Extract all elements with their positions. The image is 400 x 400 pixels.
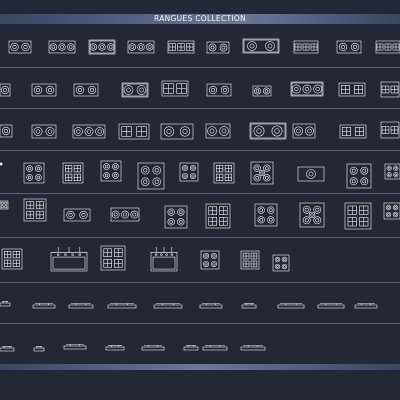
cooktop-block (0, 124, 13, 138)
range-top-block (383, 202, 400, 220)
cad-block-drawing (0, 38, 400, 352)
cooktop-block (167, 40, 195, 54)
range-top-block (0, 200, 9, 210)
range-top-block (0, 162, 3, 166)
range-profile-block (68, 303, 94, 309)
cooktop-block (48, 40, 76, 54)
range-profile-block (202, 345, 228, 351)
cooktop-block (375, 40, 400, 54)
range-profile-block (199, 303, 223, 309)
range-top-block (250, 161, 274, 185)
range-profile-block (241, 303, 257, 309)
cooktop-block (336, 40, 362, 54)
cooktop-block (293, 40, 319, 54)
range-top-block (23, 198, 47, 222)
range-top-block (272, 254, 290, 272)
range-top-block (1, 248, 23, 270)
range-top-block (346, 163, 372, 189)
range-top-block (344, 202, 372, 230)
range-profile-block (107, 303, 137, 309)
cooktop-block (380, 81, 400, 98)
cooktop-block (0, 83, 11, 97)
range-profile-block (32, 303, 56, 309)
cooktop-block (127, 40, 155, 54)
cooktop-block (338, 82, 366, 97)
cooktop-block (252, 85, 272, 97)
range-profile-block (240, 345, 266, 351)
range-elevation-block (50, 247, 88, 272)
range-top-block (179, 162, 199, 182)
cooktop-block (242, 38, 280, 54)
range-top-block (205, 203, 231, 229)
range-top-block (23, 162, 45, 184)
range-profile-block (63, 344, 87, 350)
cooktop-block (8, 40, 32, 54)
range-top-block (100, 160, 122, 182)
cooktop-block (110, 207, 140, 222)
cooktop-block (118, 123, 150, 140)
cooktop-block (161, 80, 189, 97)
range-top-block (200, 250, 220, 270)
range-top-block (299, 202, 325, 228)
range-top-block (100, 245, 126, 271)
range-profile-block (33, 346, 45, 352)
cooktop-block (121, 82, 149, 98)
cooktop-block (88, 39, 116, 55)
cooktop-block (73, 83, 99, 97)
cooktop-block (290, 81, 324, 97)
cooktop-block (292, 123, 316, 139)
range-profile-block (0, 301, 11, 307)
range-top-block (137, 162, 165, 190)
cooktop-block (206, 83, 232, 97)
range-profile-block (183, 345, 199, 351)
cooktop-block (339, 124, 367, 139)
cooktop-block (160, 123, 194, 140)
cooktop-block (72, 124, 106, 139)
range-profile-block (153, 303, 183, 309)
range-profile-block (354, 303, 378, 309)
range-top-block (164, 205, 188, 229)
range-elevation-block (150, 247, 178, 272)
range-top-block (384, 163, 400, 180)
range-profile-block (317, 303, 345, 309)
range-profile-block (105, 345, 125, 351)
range-profile-block (141, 345, 165, 351)
range-top-block (240, 250, 260, 270)
cooktop-block (31, 124, 57, 139)
cooktop-block (205, 123, 231, 139)
range-top-block (254, 203, 278, 227)
cooktop-block (380, 121, 400, 139)
range-profile-block (277, 303, 305, 309)
cooktop-block (63, 208, 91, 222)
cooktop-block (249, 122, 287, 140)
cooktop-block (206, 41, 230, 54)
range-profile-block (0, 346, 15, 352)
cooktop-block (31, 83, 57, 97)
range-top-block (297, 166, 325, 182)
range-top-block (213, 162, 235, 184)
range-top-block (62, 162, 84, 184)
